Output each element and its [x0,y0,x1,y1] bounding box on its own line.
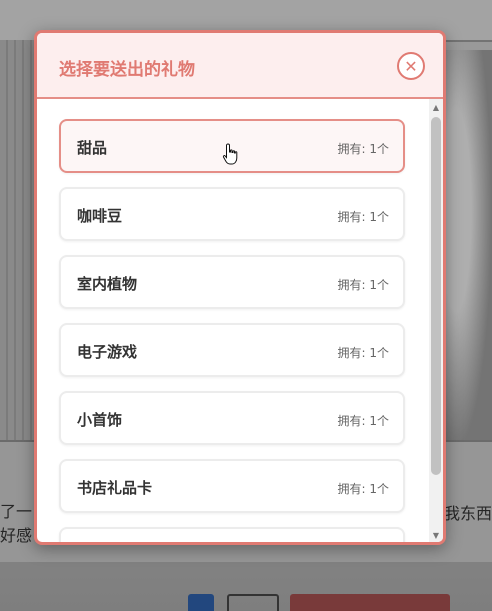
gift-item-owned-count: 拥有: 1个 [337,142,390,156]
gift-item[interactable]: 电子游戏 拥有: 1个 [59,323,405,377]
gift-item-owned-count: 拥有: 1个 [337,278,390,292]
close-icon: ✕ [404,57,418,76]
scroll-thumb[interactable] [431,117,441,475]
gift-item[interactable]: 书店礼品卡 拥有: 1个 [59,459,405,513]
gift-selection-modal: 选择要送出的礼物 ✕ 甜品 拥有: 1个 咖啡豆 拥有: 1个 室内植物 拥有: 1个 电子… [34,30,446,545]
gift-item-name: 甜品 [77,139,108,157]
gift-item-name: 电子游戏 [77,343,138,361]
gift-item[interactable]: 室内植物 拥有: 1个 [59,255,405,309]
gift-item-name: 书店礼品卡 [77,479,153,497]
modal-title: 选择要送出的礼物 [59,60,195,80]
gift-item[interactable]: 小首饰 拥有: 1个 [59,391,405,445]
gift-item-name: 室内植物 [77,275,138,293]
gift-item-owned-count: 拥有: 1个 [337,346,390,360]
scrollbar[interactable]: ▲ ▼ [429,99,443,542]
gift-item-owned-count: 拥有: 1个 [337,482,390,496]
gift-item-owned-count: 拥有: 1个 [337,414,390,428]
scroll-down-arrow-icon[interactable]: ▼ [429,529,443,542]
gift-item-name: 咖啡豆 [77,207,123,225]
gift-item-name: 小首饰 [77,411,123,429]
hand-cursor-icon [222,143,238,165]
gift-item-owned-count: 拥有: 1个 [337,210,390,224]
scroll-up-arrow-icon[interactable]: ▲ [429,101,443,115]
gift-item[interactable]: 咖啡豆 拥有: 1个 [59,187,405,241]
gift-list: 甜品 拥有: 1个 咖啡豆 拥有: 1个 室内植物 拥有: 1个 电子游戏 拥有: 1个 小首饰… [37,99,429,542]
gift-item-partial[interactable] [59,527,405,542]
modal-header: 选择要送出的礼物 ✕ [37,33,443,99]
close-button[interactable]: ✕ [397,52,425,80]
